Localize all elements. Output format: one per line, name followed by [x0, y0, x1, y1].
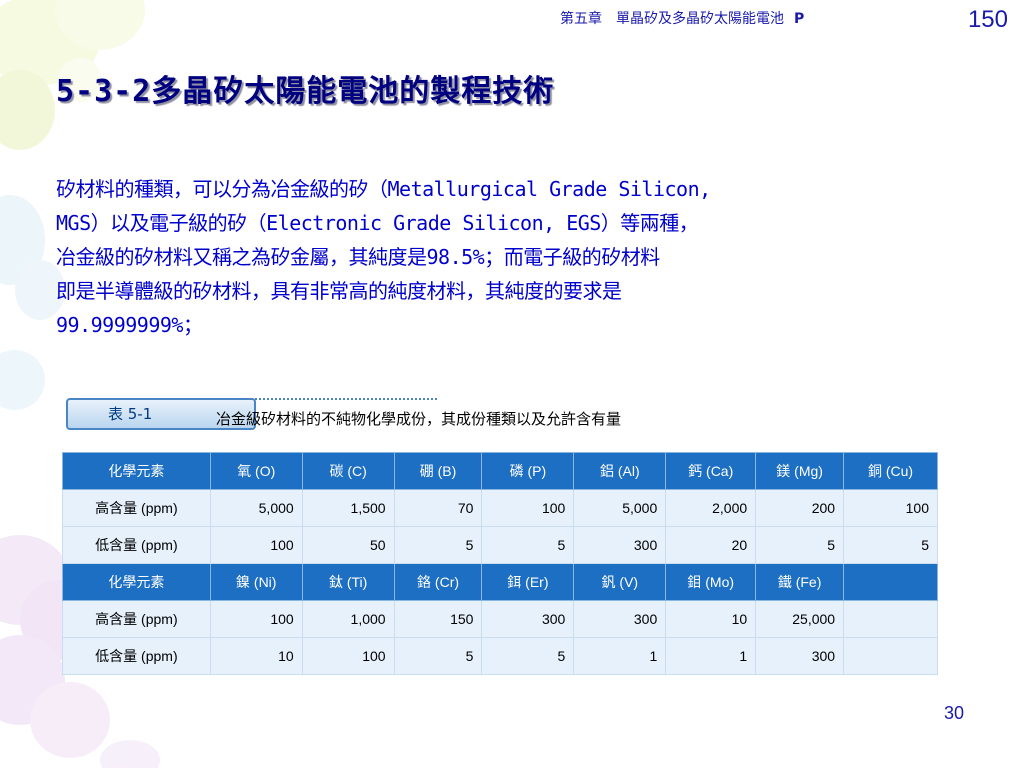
table-cell: 5: [393, 526, 483, 564]
table-cell: 1,500: [301, 489, 395, 527]
table-cell: 100: [481, 489, 575, 527]
table-header-cell: 碳 (C): [301, 452, 395, 490]
table-cell: 20: [665, 526, 757, 564]
table-header-cell: 釩 (V): [573, 563, 667, 601]
table-cell: 100: [301, 637, 395, 675]
slide-number: 30: [943, 703, 964, 723]
table-header-cell: 化學元素: [62, 563, 211, 601]
paragraph-line: 即是半導體級的矽材料，具有非常高的純度材料，其純度的要求是: [56, 279, 622, 303]
table-header-cell: 硼 (B): [393, 452, 483, 490]
table-cell: 5: [481, 637, 575, 675]
table-cell: 5,000: [573, 489, 667, 527]
table-row: 低含量 (ppm) 100 50 5 5 300 20 5 5: [62, 526, 938, 564]
table-header-cell: 鉻 (Cr): [393, 563, 483, 601]
table-cell: 10: [209, 637, 303, 675]
table-header-cell: 鐵 (Fe): [755, 563, 845, 601]
body-paragraph: 矽材料的種類，可以分為冶金級的矽（Metallurgical Grade Sil…: [56, 172, 956, 342]
table-cell: 5: [481, 526, 575, 564]
table-cell: 10: [665, 600, 757, 638]
row-label: 低含量 (ppm): [62, 637, 211, 675]
table-cell: 25,000: [755, 600, 845, 638]
table-cell: 150: [393, 600, 483, 638]
table-cell: 1: [573, 637, 667, 675]
paragraph-line: 矽材料的種類，可以分為冶金級的矽（Metallurgical Grade Sil…: [56, 177, 711, 201]
chapter-title: 第五章 單晶矽及多晶矽太陽能電池: [560, 11, 784, 27]
table-cell: 100: [209, 526, 303, 564]
table-cell: 300: [573, 600, 667, 638]
table-cell: 5: [393, 637, 483, 675]
table-cell: 100: [843, 489, 938, 527]
table-cell: 200: [755, 489, 845, 527]
table-header-cell: 鈣 (Ca): [665, 452, 757, 490]
table-header-cell: 鉺 (Er): [481, 563, 575, 601]
table-caption-text: 冶金級矽材料的不純物化學成份，其成份種類以及允許含有量: [216, 411, 622, 428]
impurity-table: 化學元素 氧 (O) 碳 (C) 硼 (B) 磷 (P) 鋁 (Al) 鈣 (C…: [62, 452, 938, 675]
table-cell: [843, 637, 938, 675]
table-cell: 5,000: [209, 489, 303, 527]
book-page-number: 150: [967, 6, 1008, 33]
table-cell: 1,000: [301, 600, 395, 638]
table-header-row: 化學元素 氧 (O) 碳 (C) 硼 (B) 磷 (P) 鋁 (Al) 鈣 (C…: [62, 452, 938, 490]
table-header-cell: 鋁 (Al): [573, 452, 667, 490]
table-cell: 2,000: [665, 489, 757, 527]
table-header-cell: 磷 (P): [481, 452, 575, 490]
table-cell: 1: [665, 637, 757, 675]
table-cell: [843, 600, 938, 638]
table-header-cell: 鎳 (Ni): [209, 563, 303, 601]
table-cell: 300: [755, 637, 845, 675]
paragraph-line: 冶金級的矽材料又稱之為矽金屬，其純度是98.5%；而電子級的矽材料: [56, 245, 660, 269]
table-header-cell: 鎂 (Mg): [755, 452, 845, 490]
table-cell: 5: [755, 526, 845, 564]
table-cell: 50: [301, 526, 395, 564]
table-header-cell: 銅 (Cu): [843, 452, 938, 490]
table-cell: 5: [843, 526, 938, 564]
table-header-cell: 鉬 (Mo): [665, 563, 757, 601]
table-header-row: 化學元素 鎳 (Ni) 鈦 (Ti) 鉻 (Cr) 鉺 (Er) 釩 (V) 鉬…: [62, 563, 938, 601]
paragraph-line: MGS）以及電子級的矽（Electronic Grade Silicon, EG…: [56, 211, 699, 235]
table-cell: 300: [481, 600, 575, 638]
table-row: 高含量 (ppm) 5,000 1,500 70 100 5,000 2,000…: [62, 489, 938, 527]
table-header-cell: 鈦 (Ti): [301, 563, 395, 601]
table-cell: 300: [573, 526, 667, 564]
table-caption: 表 5-1 冶金級矽材料的不純物化學成份，其成份種類以及允許含有量: [62, 388, 942, 434]
row-label: 低含量 (ppm): [62, 526, 211, 564]
row-label: 高含量 (ppm): [62, 600, 211, 638]
table-row: 低含量 (ppm) 10 100 5 5 1 1 300: [62, 637, 938, 675]
row-label: 高含量 (ppm): [62, 489, 211, 527]
chapter-header: 第五章 單晶矽及多晶矽太陽能電池 P: [560, 8, 930, 28]
table-cell: 70: [393, 489, 483, 527]
chapter-tag: P: [794, 11, 805, 27]
paragraph-line: 99.9999999%；: [56, 313, 203, 337]
table-row: 高含量 (ppm) 100 1,000 150 300 300 10 25,00…: [62, 600, 938, 638]
table-header-cell: 氧 (O): [209, 452, 303, 490]
slide-title: 5-3-2多晶矽太陽能電池的製程技術: [56, 74, 555, 109]
table-cell: 100: [209, 600, 303, 638]
table-header-cell: 化學元素: [62, 452, 211, 490]
table-header-cell: [843, 563, 938, 601]
